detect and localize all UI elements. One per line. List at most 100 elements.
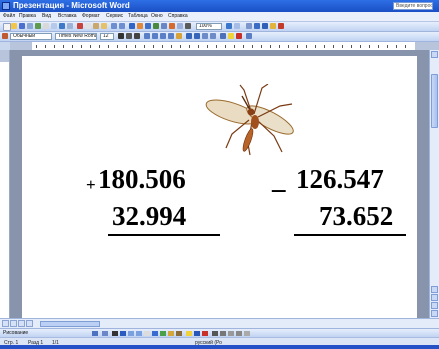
decrease-indent-icon[interactable]	[202, 33, 208, 39]
normal-view-button[interactable]	[2, 320, 9, 327]
italic-icon[interactable]	[126, 33, 132, 39]
prev-page-arrow[interactable]	[431, 286, 438, 293]
columns-icon[interactable]	[161, 23, 167, 29]
tables-borders-icon[interactable]	[137, 23, 143, 29]
align-left-icon[interactable]	[144, 33, 150, 39]
rectangle-tool-icon[interactable]	[128, 331, 134, 336]
font-size-combo[interactable]: 12	[100, 33, 114, 40]
increase-indent-icon[interactable]	[210, 33, 216, 39]
align-center-icon[interactable]	[152, 33, 158, 39]
justify-icon[interactable]	[168, 33, 174, 39]
insert-excel-icon[interactable]	[153, 23, 159, 29]
help-search-box[interactable]: Введите вопрос	[393, 2, 433, 10]
next-page-arrow[interactable]	[431, 302, 438, 309]
line-color-icon[interactable]	[194, 331, 200, 336]
menu-file[interactable]: Файл	[3, 12, 15, 21]
highlight-toolbar-icon[interactable]	[270, 23, 276, 29]
vertical-scroll-thumb[interactable]	[431, 74, 438, 128]
menu-tools[interactable]: Сервис	[106, 12, 123, 21]
borders-icon[interactable]	[220, 33, 226, 39]
print-preview-icon[interactable]	[51, 23, 57, 29]
copy-icon[interactable]	[85, 23, 91, 29]
vertical-ruler[interactable]	[0, 50, 10, 318]
drawing-icon[interactable]	[169, 23, 175, 29]
line-spacing-icon[interactable]	[176, 33, 182, 39]
print-icon[interactable]	[43, 23, 49, 29]
toolbar-options-icon[interactable]	[246, 23, 252, 29]
help-icon[interactable]	[226, 23, 232, 29]
word-window: Презентация - Microsoft Word Введите воп…	[0, 0, 439, 349]
clipart-icon[interactable]	[168, 331, 174, 336]
align-toolbar-icon[interactable]	[254, 23, 260, 29]
oval-tool-icon[interactable]	[136, 331, 142, 336]
drawing-menu[interactable]: Рисование	[3, 329, 28, 337]
underline-icon[interactable]	[134, 33, 140, 39]
horizontal-scrollbar[interactable]	[0, 318, 439, 328]
arrow-tool-icon[interactable]	[120, 331, 126, 336]
new-document-icon[interactable]	[3, 23, 11, 31]
style-combo[interactable]: Обычный	[10, 33, 52, 40]
ruler-tick	[117, 45, 118, 48]
font-color-toolbar-icon[interactable]	[278, 23, 284, 29]
bold-icon[interactable]	[118, 33, 124, 39]
permission-icon[interactable]	[27, 23, 33, 29]
diagram-icon[interactable]	[160, 331, 166, 336]
line-tool-icon[interactable]	[112, 331, 118, 336]
save-icon[interactable]	[19, 23, 25, 29]
paste-icon[interactable]	[93, 23, 99, 29]
picture-icon[interactable]	[176, 331, 182, 336]
insert-table-icon[interactable]	[145, 23, 151, 29]
scroll-down-arrow[interactable]	[431, 310, 438, 317]
bullets-icon[interactable]	[194, 33, 200, 39]
styles-pane-icon[interactable]	[2, 33, 8, 39]
open-folder-icon[interactable]	[11, 23, 17, 29]
read-icon[interactable]	[234, 23, 240, 29]
numbering-icon[interactable]	[186, 33, 192, 39]
format-painter-icon[interactable]	[101, 23, 107, 29]
scroll-up-arrow[interactable]	[431, 51, 438, 58]
zoom-combo[interactable]: 100%	[196, 23, 222, 30]
dash-style-icon[interactable]	[220, 331, 226, 336]
font-combo[interactable]: Times New Roman	[55, 33, 97, 40]
format-extra-icon[interactable]	[246, 33, 252, 39]
shadow-style-icon[interactable]	[236, 331, 242, 336]
web-view-button[interactable]	[10, 320, 17, 327]
outline-view-button[interactable]	[26, 320, 33, 327]
menu-insert[interactable]: Вставка	[58, 12, 77, 21]
3d-style-icon[interactable]	[244, 331, 250, 336]
autoshapes-icon[interactable]	[102, 331, 108, 336]
font-color-icon[interactable]	[236, 33, 242, 39]
research-icon[interactable]	[67, 23, 73, 29]
menu-table[interactable]: Таблица	[128, 12, 148, 21]
email-icon[interactable]	[35, 23, 41, 29]
hyperlink-icon[interactable]	[129, 23, 135, 29]
menu-view[interactable]: Вид	[42, 12, 51, 21]
arrow-style-icon[interactable]	[228, 331, 234, 336]
wordart-icon[interactable]	[152, 331, 158, 336]
ruler-tick	[315, 45, 316, 48]
align-right-icon[interactable]	[160, 33, 166, 39]
undo-icon[interactable]	[111, 23, 117, 29]
spelling-icon[interactable]	[59, 23, 65, 29]
menu-help[interactable]: Справка	[168, 12, 188, 21]
ruler-tick	[360, 45, 361, 48]
document-page[interactable]: + 180.506 32.994 _ 126.547 73.652	[22, 56, 417, 318]
fill-color-icon[interactable]	[186, 331, 192, 336]
text-box-icon[interactable]	[144, 331, 150, 336]
menu-window[interactable]: Окно	[151, 12, 163, 21]
vertical-scrollbar[interactable]	[429, 50, 439, 318]
menu-format[interactable]: Формат	[82, 12, 100, 21]
select-objects-icon[interactable]	[92, 331, 98, 336]
horizontal-scroll-thumb[interactable]	[40, 321, 100, 327]
print-layout-button[interactable]	[18, 320, 25, 327]
highlight-icon[interactable]	[228, 33, 234, 39]
redo-icon[interactable]	[119, 23, 125, 29]
select-browse-object[interactable]	[431, 294, 438, 301]
line-style-icon[interactable]	[212, 331, 218, 336]
menu-edit[interactable]: Правка	[19, 12, 36, 21]
bullets-toolbar-icon[interactable]	[262, 23, 268, 29]
text-color-icon[interactable]	[202, 331, 208, 336]
cut-icon[interactable]	[77, 23, 83, 29]
document-map-icon[interactable]	[177, 23, 183, 29]
show-hide-icon[interactable]	[185, 23, 191, 29]
